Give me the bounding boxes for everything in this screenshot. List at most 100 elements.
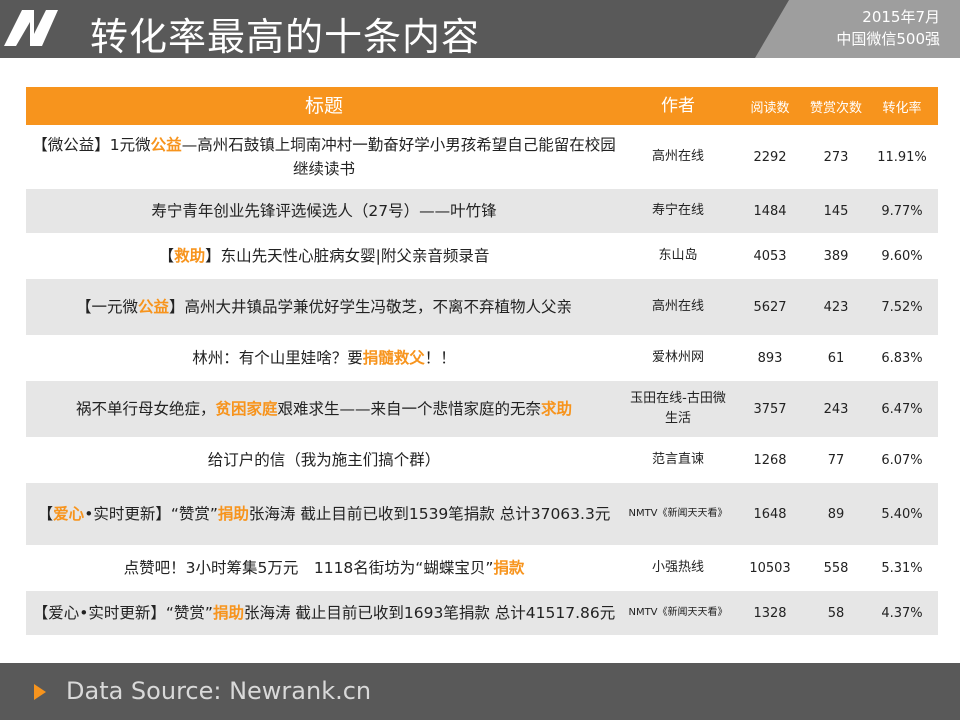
row-like-count: 243: [823, 401, 849, 417]
row-title: 点赞吧！3小时筹集5万元 1118名街坊为“蝴蝶宝贝”捐款: [26, 556, 622, 580]
title-highlight: 捐助: [212, 604, 244, 622]
title-text: 【: [37, 505, 54, 523]
footer-bar: Data Source: Newrank.cn: [0, 663, 960, 720]
table-row: 给订户的信（我为施主们搞个群） 范言直谏 1268 77 6.07%: [26, 438, 938, 483]
row-like-count: 389: [823, 248, 849, 264]
title-highlight: 公益: [137, 298, 169, 316]
logo-n-icon: [4, 10, 58, 46]
header-corner: 2015年7月 中国微信500强: [755, 0, 960, 58]
corner-subtitle: 中国微信500强: [836, 30, 940, 48]
row-author: 玉田在线-古田微生活: [630, 391, 726, 426]
row-author: 高州在线: [651, 299, 704, 314]
row-like-count: 61: [827, 350, 845, 366]
row-read-count: 3757: [753, 401, 787, 417]
title-text: 【: [158, 247, 175, 265]
column-header-rate: 转化率: [882, 100, 922, 116]
title-text: —高州石鼓镇上垌南冲村一勤奋好学小男孩希望自己能留在校园继续读书: [181, 136, 616, 178]
title-text: 】东山先天性心脏病女婴|附父亲音频录音: [205, 247, 490, 265]
row-conversion-rate: 9.77%: [881, 203, 923, 219]
row-read-count: 2292: [753, 149, 787, 165]
row-like-count: 89: [827, 506, 845, 522]
row-title: 【爱心•实时更新】“赞赏”捐助张海涛 截止目前已收到1693笔捐款 总计4151…: [26, 601, 622, 625]
row-author: 高州在线: [651, 149, 704, 164]
row-title: 【爱心•实时更新】“赞赏”捐助张海涛 截止目前已收到1539笔捐款 总计3706…: [26, 502, 622, 526]
row-title: 【一元微公益】高州大井镇品学兼优好学生冯敬芝，不离不弃植物人父亲: [26, 295, 622, 319]
brand-logo: [0, 0, 62, 58]
title-highlight: 救助: [174, 247, 206, 265]
column-header-title: 标题: [304, 95, 343, 117]
row-read-count: 1484: [753, 203, 787, 219]
row-title: 寿宁青年创业先锋评选候选人（27号）——叶竹锋: [26, 199, 622, 223]
row-title: 祸不单行母女绝症，贫困家庭艰难求生——来自一个悲惜家庭的无奈求助: [26, 397, 622, 421]
row-conversion-rate: 4.37%: [881, 605, 923, 621]
column-header-author: 作者: [661, 96, 695, 116]
page-title: 转化率最高的十条内容: [90, 15, 481, 59]
title-text: 祸不单行母女绝症，: [75, 400, 216, 418]
title-text: 点赞吧！3小时筹集5万元 1118名街坊为“蝴蝶宝贝”: [123, 559, 494, 577]
column-header-likes: 赞赏次数: [810, 100, 863, 116]
row-author: 东山岛: [658, 248, 698, 263]
table-row: 【一元微公益】高州大井镇品学兼优好学生冯敬芝，不离不弃植物人父亲 高州在线 5627…: [26, 279, 938, 336]
row-read-count: 10503: [749, 560, 791, 576]
title-text: 张海涛 截止目前已收到1693笔捐款 总计41517.86元: [243, 604, 616, 622]
table-header-row: 标题 作者 阅读数 赞赏次数 转化率: [26, 87, 938, 126]
data-source: Data Source: Newrank.cn: [66, 677, 372, 705]
row-read-count: 4053: [753, 248, 787, 264]
row-author: 爱林州网: [651, 350, 704, 365]
row-conversion-rate: 5.40%: [881, 506, 923, 522]
row-like-count: 58: [827, 605, 845, 621]
table-row: 【救助】东山先天性心脏病女婴|附父亲音频录音 东山岛 4053 389 9.60%: [26, 234, 938, 279]
row-author: 寿宁在线: [651, 203, 704, 218]
header-bar: 转化率最高的十条内容 2015年7月 中国微信500强: [0, 0, 960, 59]
title-text: 寿宁青年创业先锋评选候选人（27号）——叶竹锋: [151, 202, 497, 220]
row-conversion-rate: 9.60%: [881, 248, 923, 264]
row-title: 【微公益】1元微公益—高州石鼓镇上垌南冲村一勤奋好学小男孩希望自己能留在校园继续…: [26, 133, 622, 181]
row-author: 小强热线: [651, 560, 704, 575]
row-conversion-rate: 5.31%: [881, 560, 923, 576]
row-read-count: 1328: [753, 605, 787, 621]
title-text: 】高州大井镇品学兼优好学生冯敬芝，不离不弃植物人父亲: [169, 298, 573, 316]
table-row: 林州：有个山里娃啥？要捐髓救父！！ 爱林州网 893 61 6.83%: [26, 336, 938, 381]
row-like-count: 77: [827, 452, 845, 468]
title-text: 【微公益】1元微: [32, 136, 151, 154]
table-row: 点赞吧！3小时筹集5万元 1118名街坊为“蝴蝶宝贝”捐款 小强热线 10503 55…: [26, 546, 938, 591]
title-highlight: 捐髓救父: [362, 349, 425, 367]
title-text: 【爱心•实时更新】“赞赏”: [32, 604, 213, 622]
title-text: 林州：有个山里娃啥？要: [192, 349, 363, 367]
row-title: 给订户的信（我为施主们搞个群）: [26, 448, 622, 472]
content-table: 标题 作者 阅读数 赞赏次数 转化率 【微公益】1元微公益—高州石鼓镇上垌南冲村…: [26, 87, 938, 636]
title-text: 艰难求生——来自一个悲惜家庭的无奈: [277, 400, 542, 418]
title-highlight: 公益: [150, 136, 182, 154]
row-conversion-rate: 7.52%: [881, 299, 923, 315]
row-like-count: 273: [823, 149, 849, 165]
table-row: 【微公益】1元微公益—高州石鼓镇上垌南冲村一勤奋好学小男孩希望自己能留在校园继续…: [26, 126, 938, 189]
row-conversion-rate: 11.91%: [877, 149, 927, 165]
row-conversion-rate: 6.07%: [881, 452, 923, 468]
row-read-count: 1268: [753, 452, 787, 468]
corner-date: 2015年7月: [862, 8, 940, 26]
title-highlight: 爱心: [53, 505, 85, 523]
title-highlight: 捐助: [217, 505, 249, 523]
row-read-count: 5627: [753, 299, 787, 315]
row-author: 范言直谏: [651, 452, 704, 467]
row-title: 林州：有个山里娃啥？要捐髓救父！！: [26, 346, 622, 370]
title-highlight: 贫困家庭: [215, 400, 278, 418]
table-row: 【爱心•实时更新】“赞赏”捐助张海涛 截止目前已收到1539笔捐款 总计3706…: [26, 483, 938, 546]
title-text: 给订户的信（我为施主们搞个群）: [207, 451, 441, 469]
row-author: NMTV《新闻天天看》: [628, 508, 728, 519]
row-like-count: 423: [823, 299, 849, 315]
table-row: 寿宁青年创业先锋评选候选人（27号）——叶竹锋 寿宁在线 1484 145 9.77%: [26, 189, 938, 234]
row-conversion-rate: 6.47%: [881, 401, 923, 417]
title-text: 【一元微: [75, 298, 138, 316]
title-highlight: 求助: [541, 400, 573, 418]
column-header-read: 阅读数: [750, 100, 790, 116]
play-arrow-icon: [34, 684, 46, 700]
title-text: 张海涛 截止目前已收到1539笔捐款 总计37063.3元: [248, 505, 611, 523]
title-highlight: 捐款: [493, 559, 525, 577]
row-like-count: 145: [823, 203, 849, 219]
row-read-count: 1648: [753, 506, 787, 522]
row-conversion-rate: 6.83%: [881, 350, 923, 366]
table-row: 祸不单行母女绝症，贫困家庭艰难求生——来自一个悲惜家庭的无奈求助 玉田在线-古田微…: [26, 381, 938, 438]
title-text: •实时更新】“赞赏”: [84, 505, 218, 523]
row-read-count: 893: [757, 350, 783, 366]
